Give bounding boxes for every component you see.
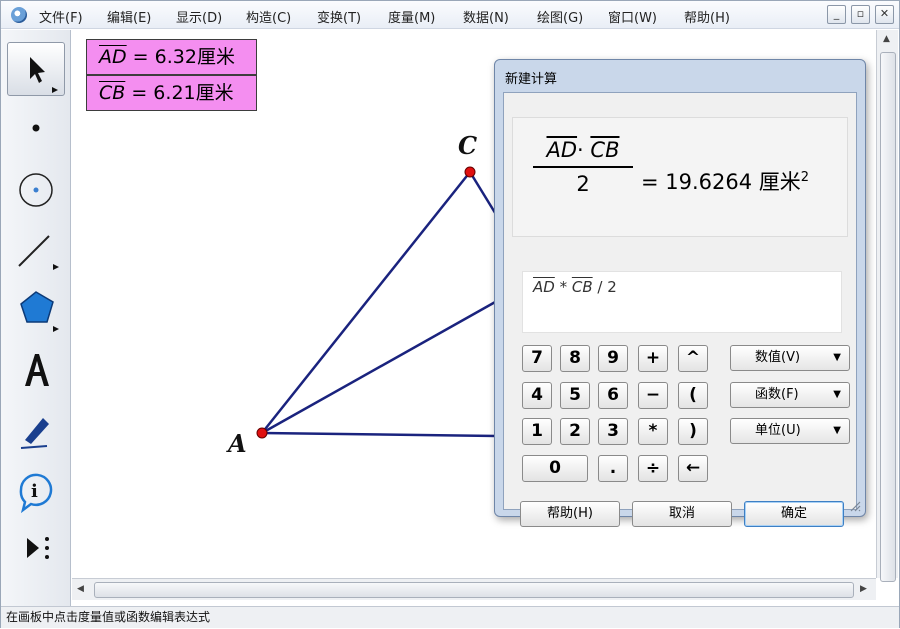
vertical-scrollbar[interactable]: ▲ xyxy=(876,30,898,582)
app-window: 文件(F) 编辑(E) 显示(D) 构造(C) 变换(T) 度量(M) 数据(N… xyxy=(0,0,900,628)
key-4[interactable]: 4 xyxy=(522,382,552,409)
measurement-cb[interactable]: CB = 6.21厘米 xyxy=(86,75,257,111)
fraction-denominator: 2 xyxy=(576,172,590,196)
label-a[interactable]: A xyxy=(228,429,247,458)
segment-ad[interactable] xyxy=(261,299,498,435)
expr-op2: / 2 xyxy=(592,278,617,296)
scroll-up-icon[interactable]: ▲ xyxy=(883,34,890,44)
fraction-numerator: AD· CB xyxy=(533,138,633,168)
new-calculation-dialog: 新建计算 AD· CB 2 = 19.6264 厘米2 AD * CB / 2 … xyxy=(494,59,866,527)
horizontal-scrollbar[interactable]: ◀ ▶ xyxy=(72,578,876,600)
units-dropdown[interactable]: 单位(U) ▼ xyxy=(730,418,850,444)
key-backspace[interactable]: ← xyxy=(678,455,708,482)
numerator-dot: · xyxy=(577,138,591,162)
dialog-title: 新建计算 xyxy=(505,72,558,87)
key-9[interactable]: 9 xyxy=(598,345,628,372)
key-0[interactable]: 0 xyxy=(522,455,588,482)
result-superscript: 2 xyxy=(800,170,810,185)
key-2[interactable]: 2 xyxy=(560,418,590,445)
units-dropdown-label: 单位(U) xyxy=(755,423,801,438)
dialog-body: AD· CB 2 = 19.6264 厘米2 AD * CB / 2 7 8 9… xyxy=(503,92,857,527)
functions-dropdown[interactable]: 函数(F) ▼ xyxy=(730,382,850,408)
scroll-left-icon[interactable]: ◀ xyxy=(77,584,84,594)
key-decimal[interactable]: . xyxy=(598,455,628,482)
key-1[interactable]: 1 xyxy=(522,418,552,445)
key-open-paren[interactable]: ( xyxy=(678,382,708,409)
key-8[interactable]: 8 xyxy=(560,345,590,372)
label-c[interactable]: C xyxy=(458,131,477,160)
horizontal-scroll-thumb[interactable] xyxy=(94,582,854,598)
chevron-down-icon: ▼ xyxy=(833,352,841,363)
numerator-cb: CB xyxy=(590,138,620,162)
key-multiply[interactable]: * xyxy=(638,418,668,445)
segment-name: AD xyxy=(99,46,127,68)
help-button[interactable]: 帮助(H) xyxy=(520,501,620,527)
values-dropdown[interactable]: 数值(V) ▼ xyxy=(730,345,850,371)
key-plus[interactable]: + xyxy=(638,345,668,372)
vertical-scroll-thumb[interactable] xyxy=(880,52,896,582)
point-c[interactable] xyxy=(464,166,476,178)
segment-cb[interactable] xyxy=(468,171,499,217)
expr-cb: CB xyxy=(571,278,593,296)
key-3[interactable]: 3 xyxy=(598,418,628,445)
key-6[interactable]: 6 xyxy=(598,382,628,409)
expr-ad: AD xyxy=(533,278,555,296)
scroll-right-icon[interactable]: ▶ xyxy=(860,584,867,594)
ok-button[interactable]: 确定 xyxy=(744,501,844,527)
key-power[interactable]: ^ xyxy=(678,345,708,372)
key-divide[interactable]: ÷ xyxy=(638,455,668,482)
functions-dropdown-label: 函数(F) xyxy=(755,387,799,402)
segment-name: CB xyxy=(99,82,126,104)
measurement-ad[interactable]: AD = 6.32厘米 xyxy=(86,39,257,75)
resize-grip-icon[interactable] xyxy=(849,500,861,512)
chevron-down-icon: ▼ xyxy=(833,389,841,400)
result-fraction: AD· CB 2 xyxy=(533,138,633,196)
measurement-value: = 6.32厘米 xyxy=(126,46,235,68)
key-7[interactable]: 7 xyxy=(522,345,552,372)
measurement-value: = 6.21厘米 xyxy=(125,82,234,104)
values-dropdown-label: 数值(V) xyxy=(755,350,801,365)
numerator-ad: AD xyxy=(546,138,578,162)
result-number: = 19.6264 厘米 xyxy=(641,170,801,194)
result-preview: AD· CB 2 = 19.6264 厘米2 xyxy=(512,117,848,237)
chevron-down-icon: ▼ xyxy=(833,425,841,436)
status-bar: 在画板中点击度量值或函数编辑表达式 xyxy=(1,606,899,628)
result-value: = 19.6264 厘米2 xyxy=(641,166,809,196)
key-5[interactable]: 5 xyxy=(560,382,590,409)
segment-ab[interactable] xyxy=(261,431,498,438)
segment-ac[interactable] xyxy=(261,171,471,434)
expression-field[interactable]: AD * CB / 2 xyxy=(522,271,842,333)
cancel-button[interactable]: 取消 xyxy=(632,501,732,527)
point-a[interactable] xyxy=(256,427,268,439)
key-minus[interactable]: − xyxy=(638,382,668,409)
key-close-paren[interactable]: ) xyxy=(678,418,708,445)
expr-op1: * xyxy=(554,278,572,296)
